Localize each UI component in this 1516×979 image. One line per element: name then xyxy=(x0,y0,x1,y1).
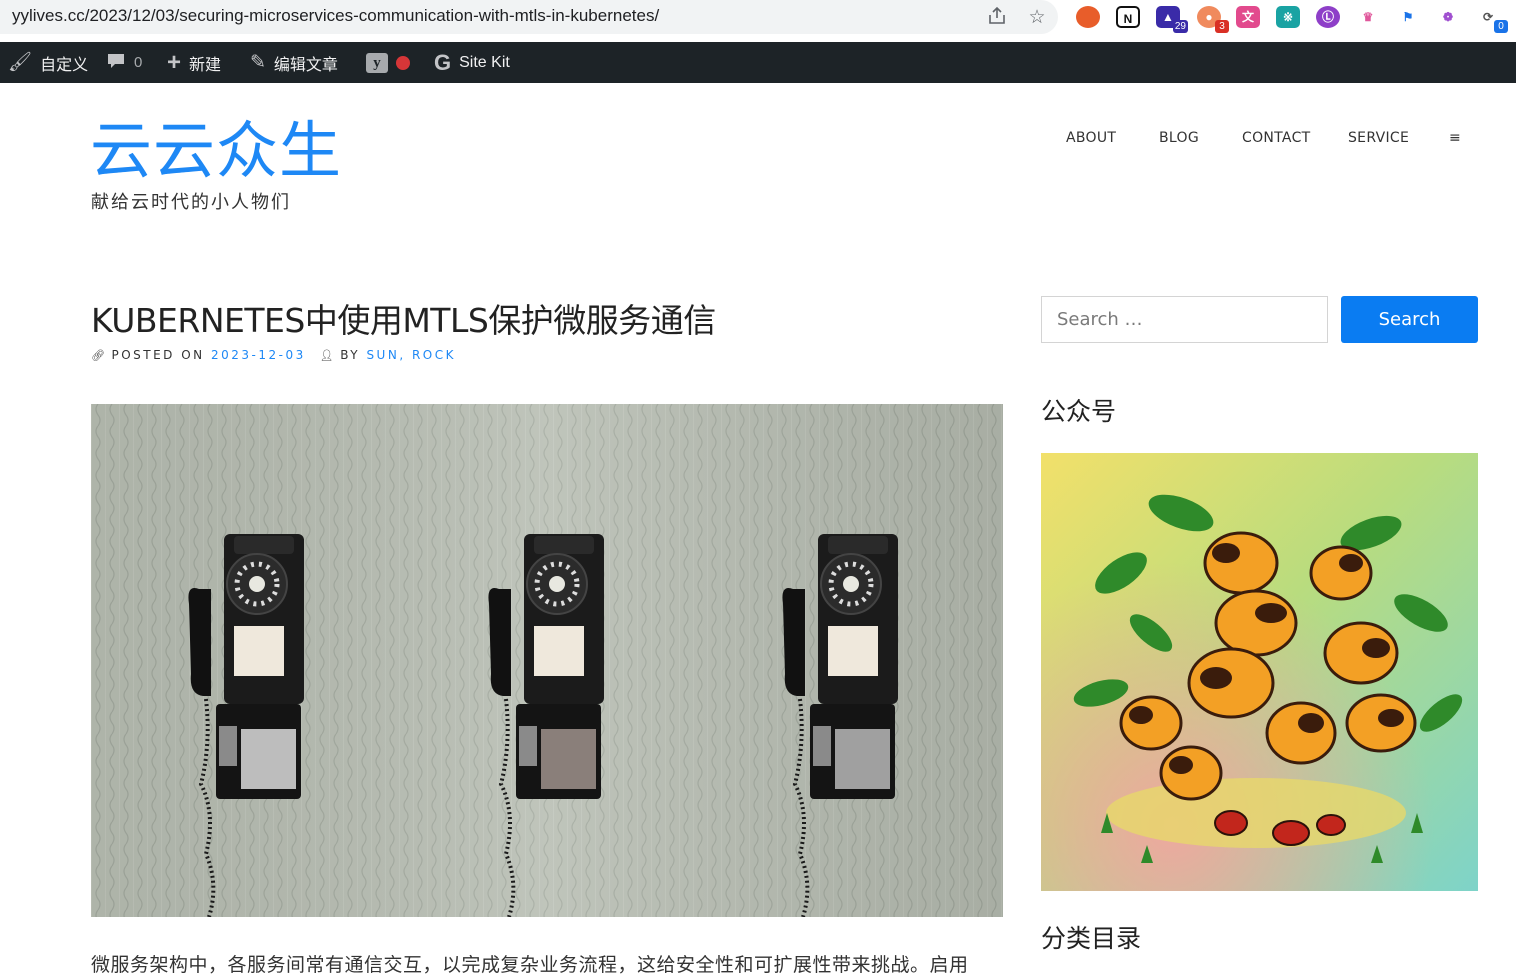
url-text[interactable]: yylives.cc/2023/12/03/securing-microserv… xyxy=(12,6,659,26)
search-input[interactable] xyxy=(1041,296,1328,343)
extension-crown-icon[interactable]: ♛ xyxy=(1356,6,1380,28)
extension-circle-icon[interactable]: Ⓛ xyxy=(1316,6,1340,28)
widget-title-categories: 分类目录 xyxy=(1041,924,1142,953)
paintbrush-icon: 🖌︎ xyxy=(8,52,33,73)
user-icon: 👤︎ xyxy=(319,348,337,362)
extension-grid-icon[interactable]: ※ xyxy=(1276,6,1300,28)
site-kit-label: Site Kit xyxy=(459,53,510,71)
nav-item-contact[interactable]: CONTACT xyxy=(1242,130,1311,146)
extension-dots-icon[interactable]: ● 3 xyxy=(1197,6,1229,33)
comment-bubble-icon xyxy=(106,52,126,74)
pencil-icon: ✎ xyxy=(250,52,266,73)
featured-image xyxy=(91,404,1003,917)
link-icon: 🔗︎ xyxy=(91,348,108,362)
posted-on-label: POSTED ON xyxy=(111,348,205,362)
by-label: BY xyxy=(340,348,361,362)
post-meta: 🔗︎ POSTED ON 2023-12-03 👤︎ BY SUN, ROCK xyxy=(91,348,456,362)
nav-item-blog[interactable]: BLOG xyxy=(1159,130,1199,146)
site-kit-menu[interactable]: G Site Kit xyxy=(434,42,510,83)
new-label: 新建 xyxy=(189,56,222,74)
edit-post-label: 编辑文章 xyxy=(273,56,338,74)
bookmark-star-icon[interactable]: ☆ xyxy=(1025,6,1049,28)
post-authors-link[interactable]: SUN, ROCK xyxy=(366,348,456,362)
extension-graduation-icon[interactable]: ▲ 29 xyxy=(1156,6,1188,33)
extension-flag-icon[interactable]: ⚑ xyxy=(1396,6,1420,28)
extension-chrome-icon[interactable] xyxy=(1076,6,1100,28)
widget-title-wechat: 公众号 xyxy=(1041,397,1117,426)
customize-label: 自定义 xyxy=(40,56,89,74)
new-content-menu[interactable]: + 新建 xyxy=(167,42,221,83)
yoast-icon: y xyxy=(366,52,388,73)
payphones-illustration xyxy=(91,404,1003,917)
extension-spiral-icon[interactable]: ❁ xyxy=(1436,6,1460,28)
hamburger-menu-icon[interactable]: ≡ xyxy=(1449,130,1461,146)
extension-translate-icon[interactable]: 文 xyxy=(1236,6,1260,28)
extension-sync-icon[interactable]: ⟳ 0 xyxy=(1476,6,1508,33)
comments-count: 0 xyxy=(134,54,143,71)
plus-icon: + xyxy=(167,48,182,76)
ants-artwork xyxy=(1041,453,1478,891)
search-button[interactable]: Search xyxy=(1341,296,1478,343)
yoast-seo-menu[interactable]: y xyxy=(366,42,410,83)
seo-status-dot xyxy=(396,55,410,70)
wechat-qr-illustration[interactable] xyxy=(1041,453,1478,891)
post-date-link[interactable]: 2023-12-03 xyxy=(211,348,306,362)
post-body-first-line: 微服务架构中，各服务间常有通信交互，以完成复杂业务流程，这给安全性和可扩展性带来… xyxy=(91,954,969,976)
nav-item-service[interactable]: SERVICE xyxy=(1348,130,1409,146)
nav-item-about[interactable]: ABOUT xyxy=(1066,130,1116,146)
browser-toolbar: yylives.cc/2023/12/03/securing-microserv… xyxy=(0,0,1516,42)
edit-post-menu[interactable]: ✎ 编辑文章 xyxy=(250,42,338,83)
extension-notion-icon[interactable]: N xyxy=(1116,6,1140,28)
site-description: 献给云时代的小人物们 xyxy=(91,192,291,213)
site-title[interactable]: 云云众生 xyxy=(90,115,342,187)
google-g-icon: G xyxy=(434,49,452,75)
customize-menu[interactable]: 🖌︎ 自定义 xyxy=(8,42,88,83)
post-title: KUBERNETES中使用MTLS保护微服务通信 xyxy=(91,301,716,340)
comments-menu[interactable]: 0 xyxy=(106,42,142,83)
wp-admin-bar: 🖌︎ 自定义 0 + 新建 ✎ 编辑文章 y G Site Kit xyxy=(0,42,1516,83)
share-icon[interactable] xyxy=(985,6,1009,28)
address-bar[interactable]: yylives.cc/2023/12/03/securing-microserv… xyxy=(0,0,1058,34)
